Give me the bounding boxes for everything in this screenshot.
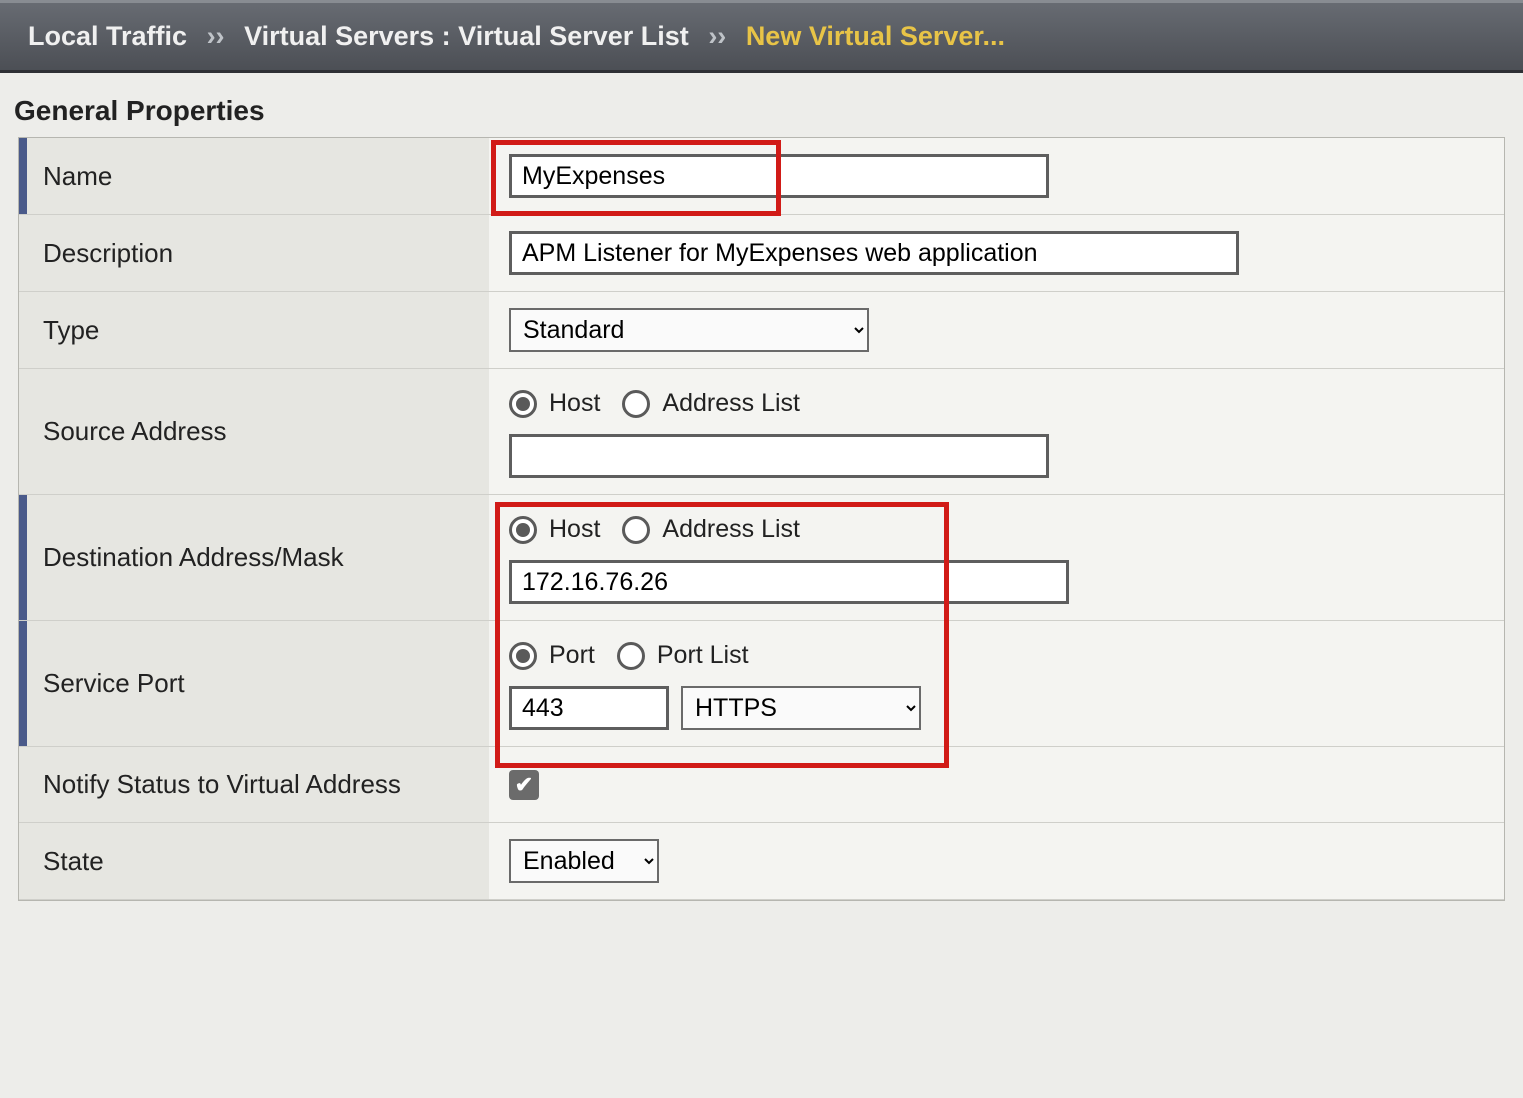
row-type: Type Standard: [19, 292, 1504, 369]
breadcrumb-sep-icon: ››: [708, 21, 726, 51]
label-destination-address: Destination Address/Mask: [19, 495, 489, 620]
description-input[interactable]: [509, 231, 1239, 275]
row-destination-address: Destination Address/Mask Host Address Li…: [19, 495, 1504, 621]
port-radio-label: Port: [549, 641, 595, 670]
row-name: Name: [19, 138, 1504, 215]
source-host-radio-label: Host: [549, 389, 600, 418]
service-port-protocol-select[interactable]: HTTPS: [681, 686, 921, 730]
row-source-address: Source Address Host Address List: [19, 369, 1504, 495]
label-type: Type: [19, 292, 489, 368]
row-notify-status: Notify Status to Virtual Address ✔: [19, 747, 1504, 823]
source-host-radio[interactable]: [509, 390, 537, 418]
port-list-radio-label: Port List: [657, 641, 749, 670]
row-state: State Enabled: [19, 823, 1504, 900]
source-address-list-radio-label: Address List: [662, 389, 800, 418]
label-state: State: [19, 823, 489, 899]
row-description: Description: [19, 215, 1504, 292]
notify-status-checkbox[interactable]: ✔: [509, 770, 539, 800]
dest-address-list-radio-label: Address List: [662, 515, 800, 544]
breadcrumb-seg-virtual-servers[interactable]: Virtual Servers : Virtual Server List: [244, 21, 689, 51]
breadcrumb: Local Traffic ›› Virtual Servers : Virtu…: [0, 0, 1523, 73]
type-select[interactable]: Standard: [509, 308, 869, 352]
name-input[interactable]: [509, 154, 1049, 198]
source-address-input[interactable]: [509, 434, 1049, 478]
label-source-address: Source Address: [19, 369, 489, 494]
dest-host-radio-label: Host: [549, 515, 600, 544]
label-name: Name: [19, 138, 489, 214]
breadcrumb-seg-current: New Virtual Server...: [746, 21, 1005, 51]
dest-address-list-radio[interactable]: [622, 516, 650, 544]
port-radio[interactable]: [509, 642, 537, 670]
breadcrumb-seg-local-traffic[interactable]: Local Traffic: [28, 21, 187, 51]
label-service-port: Service Port: [19, 621, 489, 746]
label-notify-status: Notify Status to Virtual Address: [19, 747, 489, 822]
label-description: Description: [19, 215, 489, 291]
dest-host-radio[interactable]: [509, 516, 537, 544]
breadcrumb-sep-icon: ››: [207, 21, 225, 51]
section-title: General Properties: [0, 73, 1523, 137]
general-properties-table: Name Description Type Standard Source Ad…: [18, 137, 1505, 901]
destination-address-input[interactable]: [509, 560, 1069, 604]
service-port-input[interactable]: [509, 686, 669, 730]
row-service-port: Service Port Port Port List HTTPS: [19, 621, 1504, 747]
source-address-list-radio[interactable]: [622, 390, 650, 418]
state-select[interactable]: Enabled: [509, 839, 659, 883]
port-list-radio[interactable]: [617, 642, 645, 670]
